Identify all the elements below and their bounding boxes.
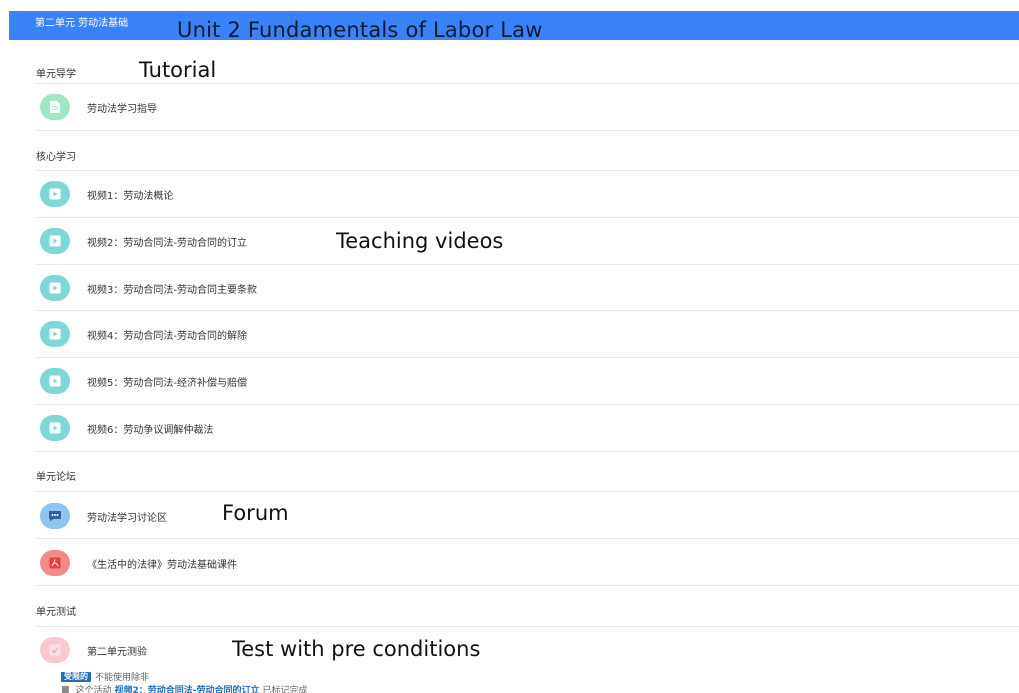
activity-label: 视频3：劳动合同法-劳动合同主要条款 bbox=[87, 284, 257, 296]
activity-forum[interactable]: 劳动法学习讨论区 bbox=[40, 503, 1000, 529]
divider bbox=[36, 83, 1019, 84]
activity-label: 劳动法学习讨论区 bbox=[87, 512, 167, 524]
restriction-notice: 受限的 不能使用除非 bbox=[61, 670, 149, 683]
file-icon bbox=[40, 94, 70, 120]
activity-label: 《生活中的法律》劳动法基础课件 bbox=[87, 559, 237, 571]
activity-guide-file[interactable]: 劳动法学习指导 bbox=[40, 94, 1000, 120]
divider bbox=[36, 538, 1019, 539]
section-test-title: 单元测试 bbox=[36, 607, 76, 618]
video-icon bbox=[40, 321, 70, 347]
section-forum-title: 单元论坛 bbox=[36, 472, 76, 483]
activity-video-6[interactable]: 视频6：劳动争议调解仲裁法 bbox=[40, 415, 1000, 441]
activity-label: 视频4：劳动合同法-劳动合同的解除 bbox=[87, 330, 247, 342]
activity-video-2[interactable]: 视频2：劳动合同法-劳动合同的订立 bbox=[40, 228, 1000, 254]
activity-pdf-resource[interactable]: 《生活中的法律》劳动法基础课件 bbox=[40, 550, 1000, 576]
divider bbox=[36, 357, 1019, 358]
condition-prefix: 这个活动 bbox=[75, 686, 112, 693]
activity-video-4[interactable]: 视频4：劳动合同法-劳动合同的解除 bbox=[40, 321, 1000, 347]
activity-label: 第二单元测验 bbox=[87, 646, 147, 658]
section-core-title: 核心学习 bbox=[36, 152, 76, 163]
restriction-text: 不能使用除非 bbox=[95, 673, 150, 683]
divider bbox=[36, 170, 1019, 171]
condition-suffix: 已标记完成 bbox=[262, 686, 308, 693]
video-icon bbox=[40, 368, 70, 394]
activity-label: 视频1：劳动法概论 bbox=[87, 190, 174, 202]
section-guide-title: 单元导学 bbox=[36, 69, 76, 80]
unit-title-annotation: Unit 2 Fundamentals of Labor Law bbox=[177, 18, 543, 42]
divider bbox=[36, 404, 1019, 405]
guide-annotation: Tutorial bbox=[139, 58, 217, 82]
divider bbox=[36, 491, 1019, 492]
divider bbox=[36, 626, 1019, 627]
activity-video-1[interactable]: 视频1：劳动法概论 bbox=[40, 181, 1000, 207]
forum-icon bbox=[40, 503, 70, 529]
divider bbox=[36, 264, 1019, 265]
divider bbox=[36, 217, 1019, 218]
test-annotation: Test with pre conditions bbox=[232, 637, 481, 661]
course-page: 第二单元 劳动法基础 Unit 2 Fundamentals of Labor … bbox=[0, 0, 1019, 693]
divider bbox=[36, 451, 1019, 452]
video-icon bbox=[40, 228, 70, 254]
restricted-badge: 受限的 bbox=[61, 671, 91, 682]
condition-activity-link[interactable]: 视频2：劳动合同法-劳动合同的订立 bbox=[115, 683, 260, 693]
quiz-icon bbox=[40, 637, 70, 663]
unit-title: 第二单元 劳动法基础 bbox=[35, 18, 129, 29]
activity-label: 劳动法学习指导 bbox=[87, 103, 157, 115]
video-icon bbox=[40, 181, 70, 207]
forum-annotation: Forum bbox=[222, 501, 289, 525]
activity-label: 视频6：劳动争议调解仲裁法 bbox=[87, 424, 214, 436]
activity-video-3[interactable]: 视频3：劳动合同法-劳动合同主要条款 bbox=[40, 275, 1000, 301]
activity-quiz[interactable]: 第二单元测验 bbox=[40, 637, 1000, 663]
activity-label: 视频5：劳动合同法-经济补偿与赔偿 bbox=[87, 377, 247, 389]
activity-label: 视频2：劳动合同法-劳动合同的订立 bbox=[87, 237, 247, 249]
activity-video-5[interactable]: 视频5：劳动合同法-经济补偿与赔偿 bbox=[40, 368, 1000, 394]
video-icon bbox=[40, 275, 70, 301]
divider bbox=[36, 130, 1019, 131]
divider bbox=[36, 310, 1019, 311]
video-icon bbox=[40, 415, 70, 441]
restriction-condition: ■ 这个活动 视频2：劳动合同法-劳动合同的订立 已标记完成 bbox=[61, 683, 308, 693]
divider bbox=[36, 585, 1019, 586]
bullet-icon: ■ bbox=[61, 684, 70, 693]
pdf-icon bbox=[40, 550, 70, 576]
core-annotation: Teaching videos bbox=[336, 229, 504, 253]
